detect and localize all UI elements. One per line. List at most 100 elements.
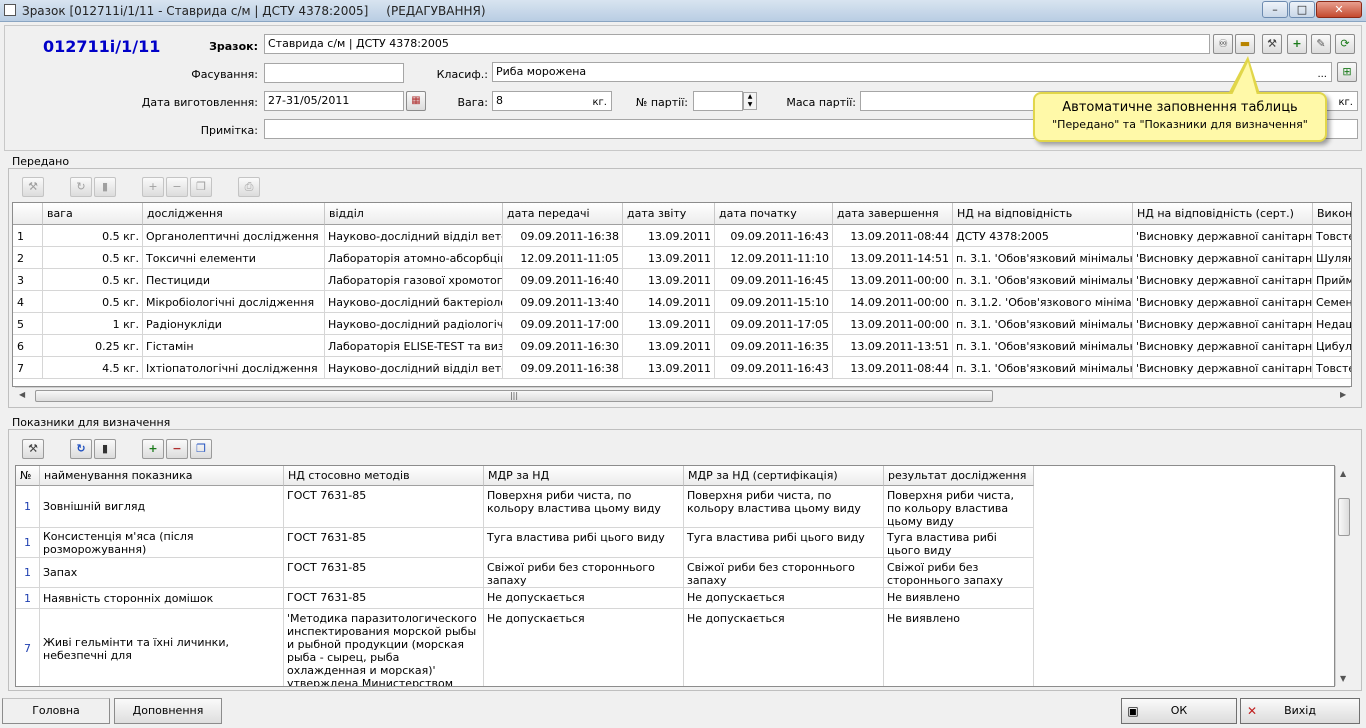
table-cell[interactable]: Не допускається <box>684 609 884 686</box>
table-cell[interactable]: 13.09.2011-00:00 <box>833 269 953 291</box>
table-cell[interactable]: 13.09.2011 <box>623 313 715 335</box>
batch-spinner[interactable]: ▲ ▼ <box>743 92 757 110</box>
close-button[interactable]: ✕ <box>1316 1 1362 18</box>
table-cell[interactable]: 'Висновку державної санітарно - е <box>1133 291 1313 313</box>
table-cell[interactable]: 14.09.2011 <box>623 291 715 313</box>
table-cell[interactable]: 'Висновку державної санітарно - е <box>1133 247 1313 269</box>
indicator-number[interactable]: 1 <box>16 558 40 588</box>
batch-field[interactable] <box>693 91 743 111</box>
table-cell[interactable]: Недаш <box>1313 313 1351 335</box>
table-cell[interactable]: Лабораторія ELISE-TEST та визна <box>325 335 503 357</box>
transferred-col-header[interactable]: НД на відповідність <box>953 203 1133 225</box>
table-cell[interactable]: Туга властива рибі цього виду <box>684 528 884 558</box>
row-number[interactable]: 5 <box>13 313 43 335</box>
table-cell[interactable]: Наявність сторонніх домішок <box>40 588 284 609</box>
indicators-table[interactable]: № найменування показника НД стосовно метод… <box>15 465 1335 687</box>
table-cell[interactable]: 09.09.2011-13:40 <box>503 291 623 313</box>
indicators-col-header[interactable]: МДР за НД <box>484 466 684 486</box>
transferred-col-header[interactable]: дата звіту <box>623 203 715 225</box>
table-cell[interactable]: ГОСТ 7631-85 <box>284 528 484 558</box>
table-cell[interactable]: 0.5 кг. <box>43 269 143 291</box>
indicators-col-header[interactable]: № <box>16 466 40 486</box>
minimize-button[interactable]: – <box>1262 1 1288 18</box>
indicator-number[interactable]: 1 <box>16 486 40 528</box>
weight-field[interactable]: 8 кг. <box>492 91 612 111</box>
table-cell[interactable]: п. 3.1. 'Обов'язковий мінімальний <box>953 269 1133 291</box>
indicators-col-header[interactable]: НД стосовно методів <box>284 466 484 486</box>
table-cell[interactable]: 'Методика паразитологического инспектиро… <box>284 609 484 686</box>
table-cell[interactable]: 13.09.2011-00:00 <box>833 313 953 335</box>
table-cell[interactable]: 09.09.2011-16:40 <box>503 269 623 291</box>
transferred-col-header[interactable]: Викона <box>1313 203 1351 225</box>
table-cell[interactable]: Свіжої риби без стороннього запаху <box>484 558 684 588</box>
table-cell[interactable]: 13.09.2011-13:51 <box>833 335 953 357</box>
transferred-delete-icon[interactable]: ▮ <box>94 177 116 197</box>
table-cell[interactable]: 09.09.2011-16:38 <box>503 357 623 379</box>
table-cell[interactable]: Радіонукліди <box>143 313 325 335</box>
table-cell[interactable]: 09.09.2011-15:10 <box>715 291 833 313</box>
table-cell[interactable]: 12.09.2011-11:10 <box>715 247 833 269</box>
transferred-col-header[interactable]: НД на відповідність (серт.) <box>1133 203 1313 225</box>
pencil-icon[interactable]: ✎ <box>1311 34 1331 54</box>
exit-button[interactable]: ✕ Вихід <box>1240 698 1360 724</box>
table-cell[interactable]: 09.09.2011-16:30 <box>503 335 623 357</box>
table-cell[interactable]: п. 3.1. 'Обов'язковий мінімальний <box>953 335 1133 357</box>
table-cell[interactable]: 0.5 кг. <box>43 225 143 247</box>
table-cell[interactable]: Науково-дослідний радіологічний в <box>325 313 503 335</box>
table-cell[interactable]: 13.09.2011-14:51 <box>833 247 953 269</box>
transferred-col-header[interactable]: дата початку <box>715 203 833 225</box>
add-icon[interactable]: + <box>1287 34 1307 54</box>
row-number[interactable]: 7 <box>13 357 43 379</box>
scroll-down-icon[interactable]: ▼ <box>1340 674 1346 683</box>
table-cell[interactable]: 09.09.2011-16:45 <box>715 269 833 291</box>
table-cell[interactable]: 13.09.2011 <box>623 335 715 357</box>
table-cell[interactable]: 1 кг. <box>43 313 143 335</box>
table-cell[interactable]: 09.09.2011-16:43 <box>715 225 833 247</box>
vscroll-thumb[interactable] <box>1338 498 1350 536</box>
table-cell[interactable]: Не виявлено <box>884 609 1034 686</box>
table-cell[interactable]: 13.09.2011 <box>623 247 715 269</box>
table-cell[interactable]: Шуляк <box>1313 247 1351 269</box>
indicator-number[interactable]: 1 <box>16 588 40 609</box>
table-cell[interactable]: п. 3.1.2. 'Обов'язкового мінімальн <box>953 291 1133 313</box>
table-cell[interactable]: Мікробіологічні дослідження <box>143 291 325 313</box>
table-cell[interactable]: Свіжої риби без стороннього запаху <box>684 558 884 588</box>
table-cell[interactable]: Пестициди <box>143 269 325 291</box>
table-cell[interactable]: 'Висновку державної санітарно - е <box>1133 335 1313 357</box>
mfg-date-field[interactable]: 27-31/05/2011 <box>264 91 404 111</box>
table-cell[interactable]: 'Висновку державної санітарно - е <box>1133 225 1313 247</box>
transferred-print-icon[interactable]: ⎙ <box>238 177 260 197</box>
transferred-col-header[interactable]: дослідження <box>143 203 325 225</box>
table-cell[interactable]: 14.09.2011-00:00 <box>833 291 953 313</box>
table-cell[interactable]: Іхтіопатологічні дослідження <box>143 357 325 379</box>
table-cell[interactable]: Семен <box>1313 291 1351 313</box>
table-cell[interactable]: п. 3.1. 'Обов'язковий мінімальний <box>953 247 1133 269</box>
table-cell[interactable]: 09.09.2011-17:05 <box>715 313 833 335</box>
table-cell[interactable]: Запах <box>40 558 284 588</box>
row-number[interactable]: 3 <box>13 269 43 291</box>
tab-main[interactable]: Головна <box>2 698 110 724</box>
transferred-col-header[interactable] <box>13 203 43 225</box>
table-cell[interactable]: ГОСТ 7631-85 <box>284 486 484 528</box>
table-cell[interactable]: Не допускається <box>484 609 684 686</box>
table-cell[interactable]: Не виявлено <box>884 588 1034 609</box>
table-cell[interactable]: Цибул <box>1313 335 1351 357</box>
table-cell[interactable]: Поверхня риби чиста, по кольору властива… <box>684 486 884 528</box>
table-cell[interactable]: 09.09.2011-16:35 <box>715 335 833 357</box>
table-cell[interactable]: 0.25 кг. <box>43 335 143 357</box>
table-cell[interactable]: 09.09.2011-16:38 <box>503 225 623 247</box>
transferred-table[interactable]: вага дослідження відділ дата передачі дата з… <box>12 202 1352 387</box>
indicators-add-icon[interactable]: + <box>142 439 164 459</box>
row-number[interactable]: 4 <box>13 291 43 313</box>
binoculars-icon[interactable]: ♾ <box>1213 34 1233 54</box>
table-cell[interactable]: Туга властива рибі цього виду <box>484 528 684 558</box>
table-cell[interactable]: 'Висновку державної санітарно - е <box>1133 313 1313 335</box>
indicators-col-header[interactable]: МДР за НД (сертифікація) <box>684 466 884 486</box>
maximize-button[interactable]: □ <box>1289 1 1315 18</box>
table-cell[interactable]: Поверхня риби чиста, по кольору властива… <box>884 486 1034 528</box>
indicators-col-header[interactable]: результат дослідження <box>884 466 1034 486</box>
table-cell[interactable]: п. 3.1. 'Обов'язковий мінімальний <box>953 313 1133 335</box>
scroll-up-icon[interactable]: ▲ <box>1340 469 1346 478</box>
table-cell[interactable]: 13.09.2011 <box>623 357 715 379</box>
class-add-icon[interactable]: ⊞ <box>1337 62 1357 82</box>
